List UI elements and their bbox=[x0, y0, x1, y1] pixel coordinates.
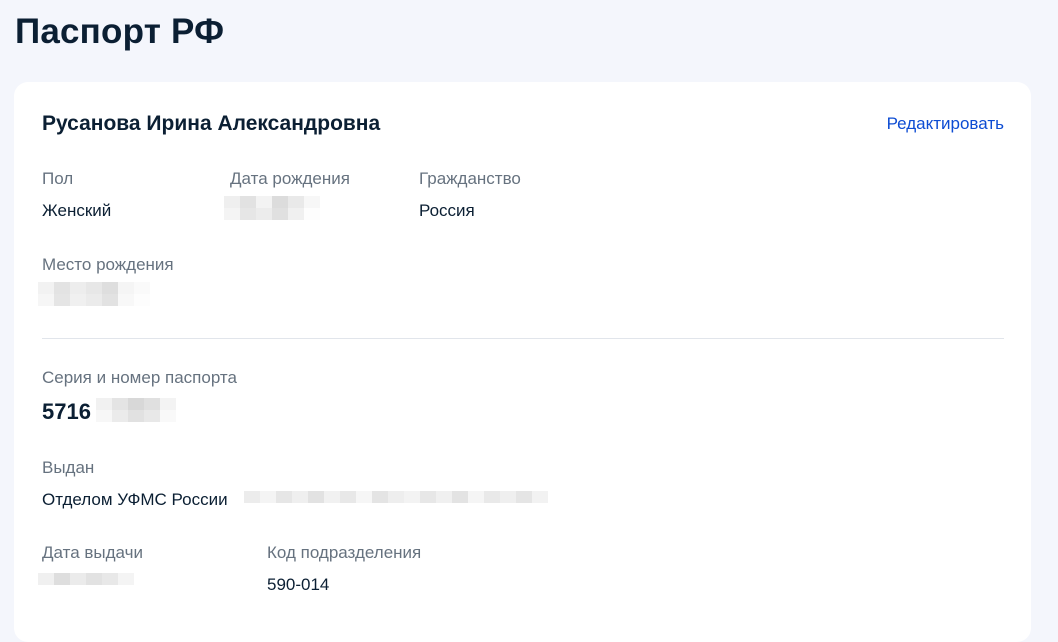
passport-number-label: Серия и номер паспорта bbox=[42, 368, 237, 387]
citizenship-value: Россия bbox=[419, 201, 475, 220]
citizenship-label: Гражданство bbox=[419, 169, 521, 188]
page-title: Паспорт РФ bbox=[15, 12, 225, 51]
issue-date-label: Дата выдачи bbox=[42, 543, 143, 562]
full-name: Русанова Ирина Александровна bbox=[42, 112, 381, 135]
birth-place-redacted bbox=[38, 282, 150, 306]
birth-place-label: Место рождения bbox=[42, 255, 174, 274]
passport-number-redacted bbox=[96, 398, 176, 422]
division-code-value: 590-014 bbox=[267, 575, 330, 594]
edit-link[interactable]: Редактировать bbox=[887, 112, 1004, 136]
issued-by-redacted bbox=[244, 491, 548, 503]
division-code-label: Код подразделения bbox=[267, 543, 422, 562]
birth-date-redacted bbox=[224, 196, 320, 220]
gender-value: Женский bbox=[42, 201, 112, 220]
birth-date-label: Дата рождения bbox=[230, 169, 350, 188]
issued-by-label: Выдан bbox=[42, 458, 95, 477]
issued-by-value: Отделом УФМС России bbox=[42, 490, 228, 509]
issue-date-redacted bbox=[38, 573, 134, 585]
section-divider bbox=[42, 338, 1004, 339]
passport-series-value: 5716 bbox=[42, 399, 91, 424]
gender-label: Пол bbox=[42, 169, 74, 188]
passport-card: Русанова Ирина Александровна Редактирова… bbox=[14, 82, 1031, 642]
